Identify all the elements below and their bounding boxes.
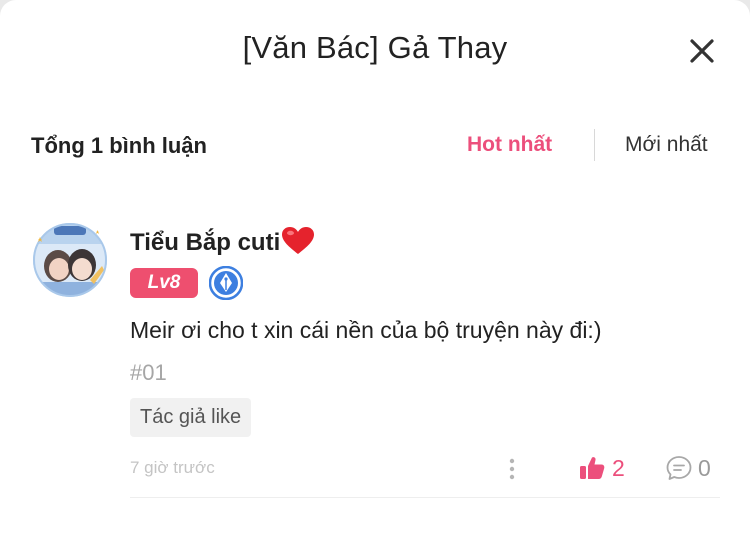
reply-count: 0 [698,454,711,481]
sort-divider [594,129,595,161]
more-vertical-icon [509,458,515,480]
comment-divider [130,497,720,498]
heart-icon [281,226,315,256]
like-button[interactable]: 2 [578,452,625,484]
author-liked-badge: Tác giả like [130,398,252,437]
chapter-tag[interactable]: #01 [130,360,167,386]
sheet-header: [Văn Bác] Gả Thay [0,0,750,100]
level-badge: Lv8 [130,268,198,298]
pen-nib-badge-icon [209,266,243,300]
comment-count: Tổng 1 bình luận [31,133,207,158]
like-count: 2 [612,454,625,481]
thumbs-up-icon [580,457,605,479]
reply-button[interactable]: 0 [665,452,711,484]
more-options-button[interactable] [500,455,524,483]
comments-sheet: [Văn Bác] Gả Thay Tổng 1 bình luận Hot n… [0,0,750,546]
author-name: Tiểu Bắp cuti [130,229,281,256]
close-icon [690,39,714,63]
story-title: [Văn Bác] Gả Thay [242,30,508,65]
comment-author[interactable]: Tiểu Bắp cuti [130,226,315,257]
sort-newest-tab[interactable]: Mới nhất [625,133,708,157]
comment-timestamp: 7 giờ trước [130,458,215,477]
sort-hot-tab[interactable]: Hot nhất [467,133,552,157]
comment-text: Meir ơi cho t xin cái nền của bộ truyện … [130,317,602,343]
avatar[interactable] [32,222,108,298]
comment-bubble-icon [666,456,692,480]
close-button[interactable] [686,35,718,67]
